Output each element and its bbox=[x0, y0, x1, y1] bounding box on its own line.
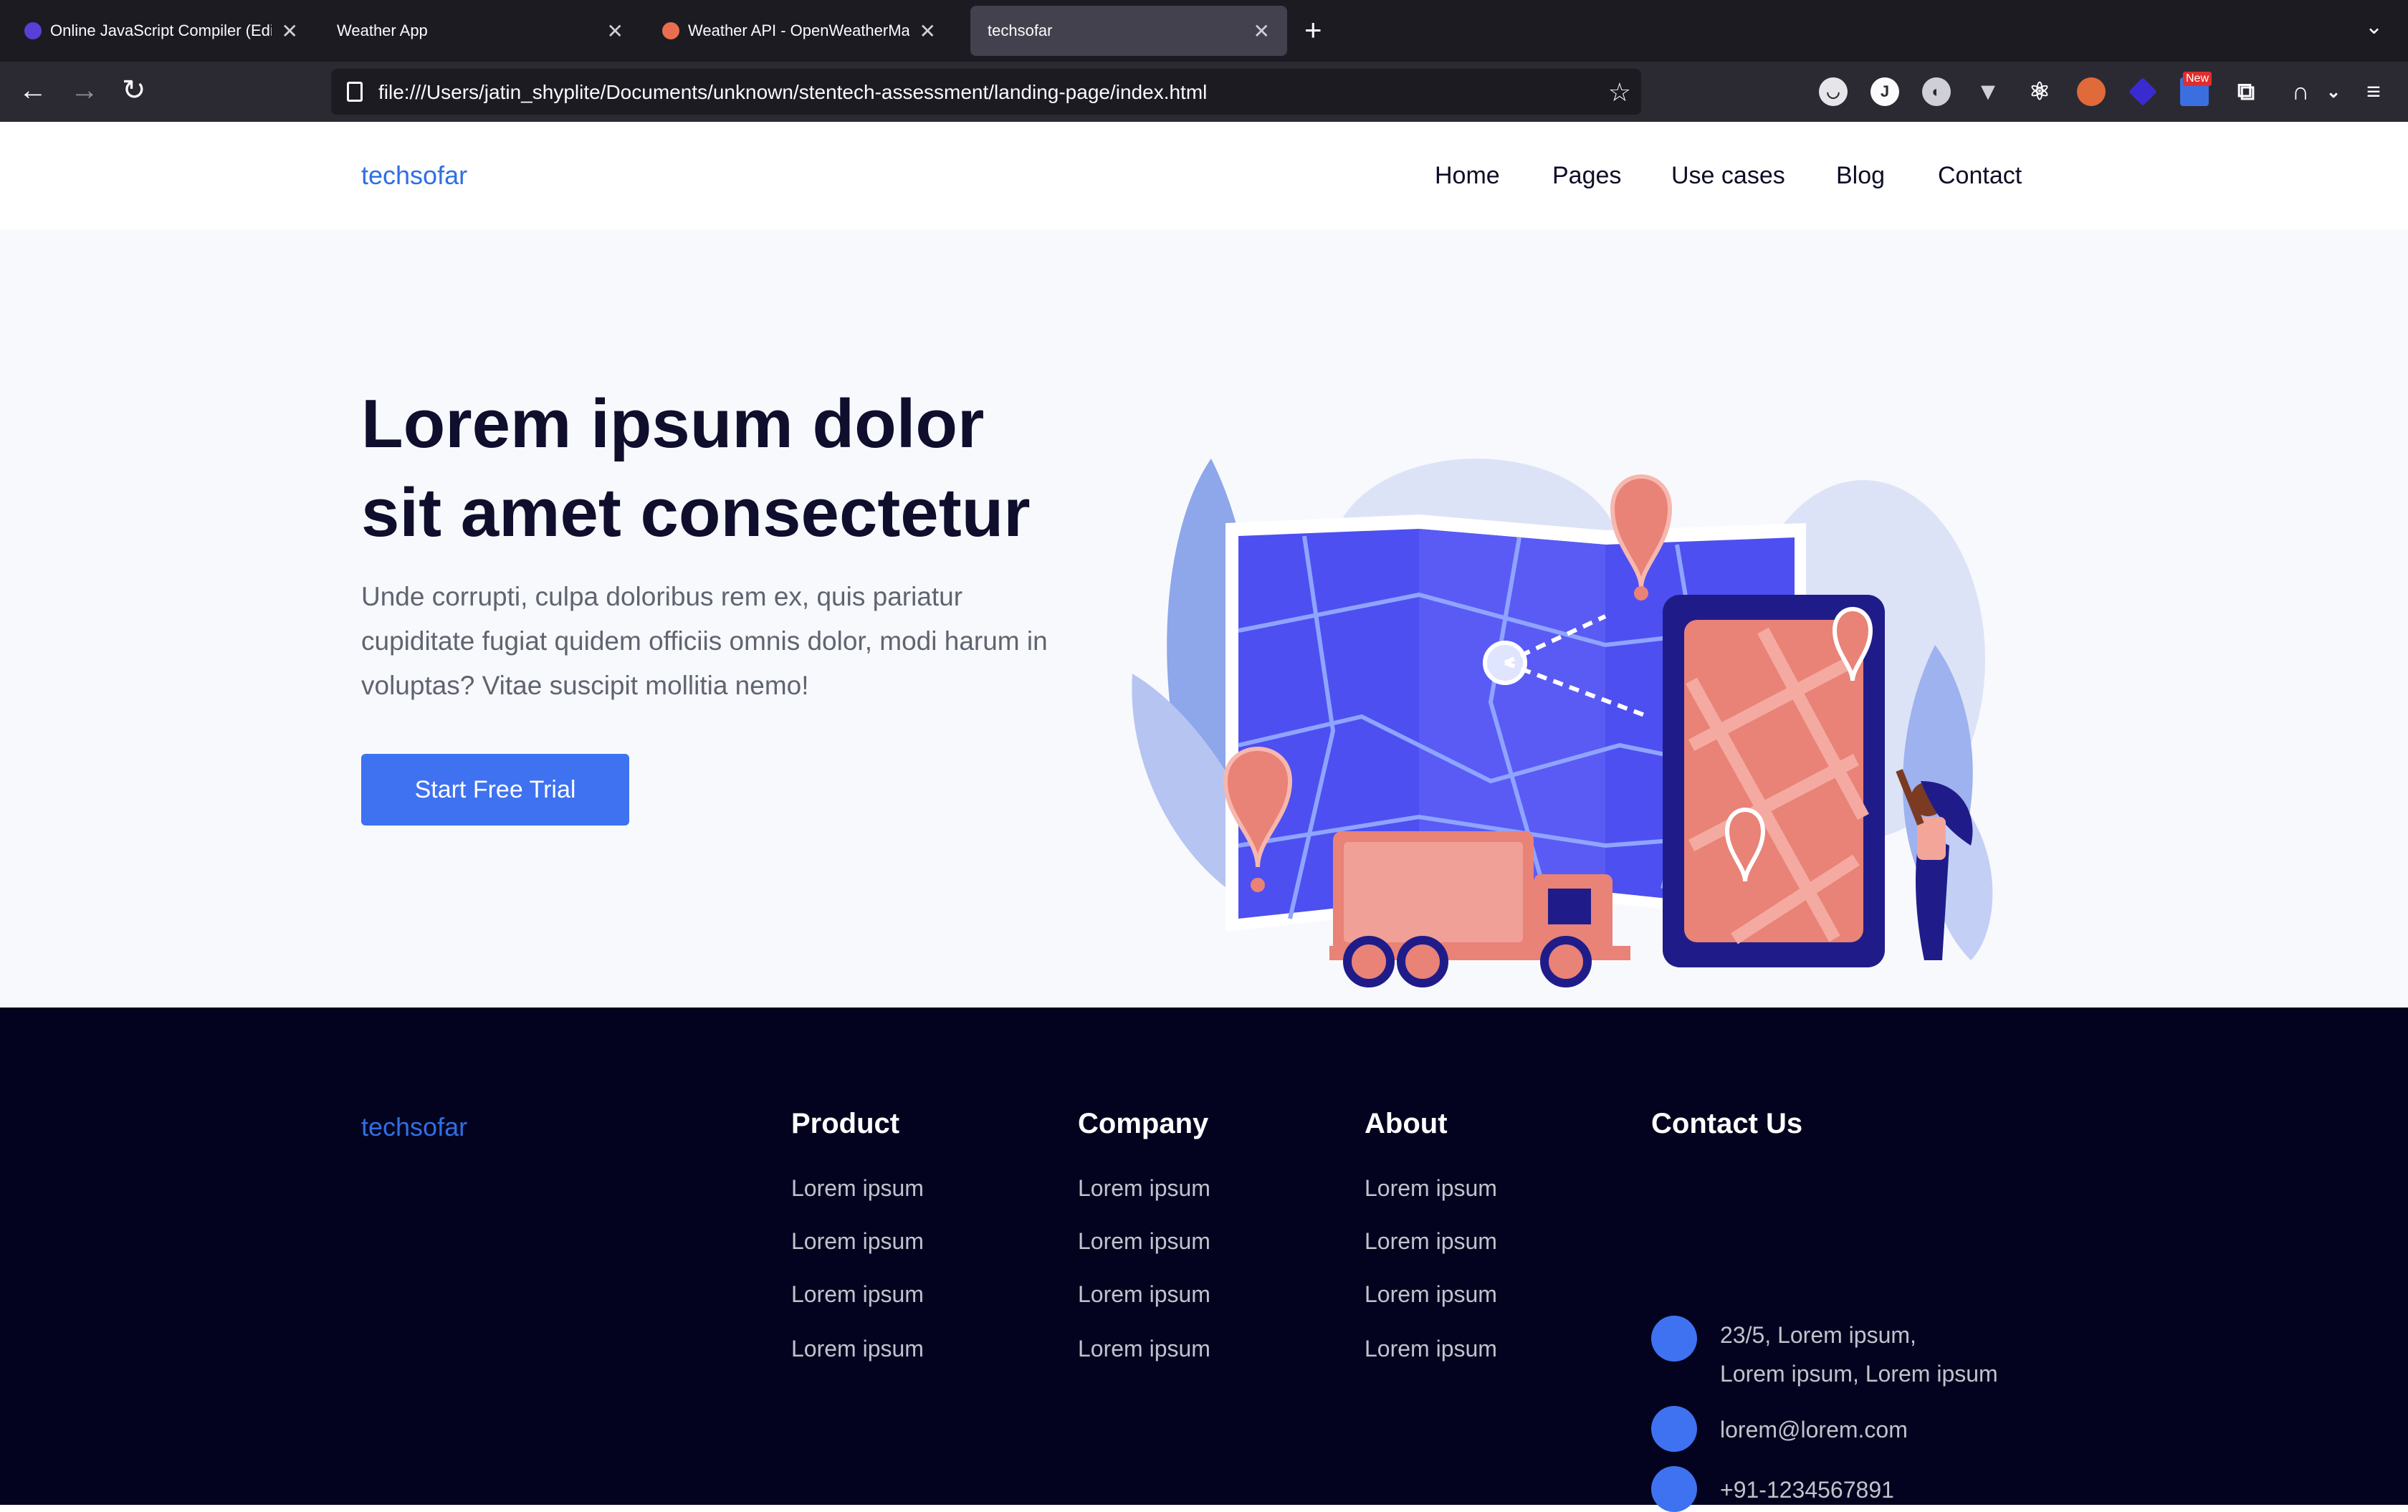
footer-link[interactable]: Lorem ipsum bbox=[1365, 1336, 1497, 1362]
hero-section: Lorem ipsum dolor sit amet consectetur U… bbox=[0, 229, 2408, 1008]
footer-link[interactable]: Lorem ipsum bbox=[791, 1175, 924, 1202]
tab-programiz[interactable]: Online JavaScript Compiler (Edi ✕ bbox=[7, 6, 315, 56]
footer-heading-product: Product bbox=[791, 1108, 900, 1139]
sun-icon[interactable]: ◐ bbox=[1922, 77, 1951, 106]
footer-link[interactable]: Lorem ipsum bbox=[1078, 1175, 1210, 1202]
reload-icon[interactable]: ↻ bbox=[122, 76, 146, 105]
forward-icon[interactable]: → bbox=[70, 76, 99, 105]
site-footer: techsofar Product Lorem ipsum Lorem ipsu… bbox=[0, 1008, 2408, 1512]
page: techsofar Home Pages Use cases Blog Cont… bbox=[0, 122, 2408, 1512]
footer-logo[interactable]: techsofar bbox=[361, 1112, 467, 1142]
footer-link[interactable]: Lorem ipsum bbox=[1365, 1175, 1497, 1202]
j-icon[interactable]: J bbox=[1870, 77, 1899, 106]
contact-address-line2: Lorem ipsum, Lorem ipsum bbox=[1720, 1361, 1998, 1387]
tab-openweather[interactable]: Weather API - OpenWeatherMa ✕ bbox=[645, 6, 953, 56]
footer-link[interactable]: Lorem ipsum bbox=[791, 1228, 924, 1255]
url-bar[interactable]: file:///Users/jatin_shyplite/Documents/u… bbox=[331, 69, 1641, 115]
contact-email[interactable]: lorem@lorem.com bbox=[1720, 1410, 1908, 1449]
close-icon[interactable]: ✕ bbox=[607, 19, 624, 43]
new-tab-icon[interactable]: + bbox=[1304, 13, 1322, 47]
tab-title: techsofar bbox=[988, 21, 1053, 39]
tab-weather-app[interactable]: Weather App ✕ bbox=[320, 6, 641, 56]
nav-home[interactable]: Home bbox=[1435, 162, 1500, 190]
phone-icon bbox=[1651, 1466, 1697, 1512]
footer-link[interactable]: Lorem ipsum bbox=[1078, 1281, 1210, 1308]
browser-chrome: Online JavaScript Compiler (Edi ✕ Weathe… bbox=[0, 0, 2408, 122]
site-logo[interactable]: techsofar bbox=[361, 161, 467, 191]
programiz-icon bbox=[24, 22, 42, 39]
chevron-down-icon[interactable]: ⌄ bbox=[2319, 77, 2348, 106]
close-icon[interactable]: ✕ bbox=[282, 19, 298, 43]
footer-heading-about: About bbox=[1365, 1108, 1448, 1139]
fox-icon[interactable] bbox=[2077, 77, 2106, 106]
location-icon bbox=[1651, 1316, 1697, 1362]
footer-link[interactable]: Lorem ipsum bbox=[791, 1281, 924, 1308]
nav-use-cases[interactable]: Use cases bbox=[1671, 162, 1785, 190]
tab-techsofar[interactable]: techsofar ✕ bbox=[970, 6, 1287, 56]
menu-icon[interactable]: ≡ bbox=[2359, 77, 2388, 106]
footer-link[interactable]: Lorem ipsum bbox=[1078, 1228, 1210, 1255]
footer-link[interactable]: Lorem ipsum bbox=[791, 1336, 924, 1362]
file-icon bbox=[347, 82, 363, 102]
vue-icon[interactable]: ▼ bbox=[1974, 77, 2002, 106]
tab-title: Online JavaScript Compiler (Edi bbox=[50, 21, 272, 39]
openweather-icon bbox=[662, 22, 679, 39]
email-icon bbox=[1651, 1406, 1697, 1452]
contact-phone[interactable]: +91-1234567891 bbox=[1720, 1470, 1894, 1509]
tab-title: Weather API - OpenWeatherMa bbox=[688, 21, 909, 39]
footer-heading-contact: Contact Us bbox=[1651, 1108, 1803, 1139]
react-icon[interactable]: ⚛ bbox=[2025, 77, 2054, 106]
bookmark-star-icon[interactable]: ☆ bbox=[1608, 77, 1631, 107]
nav-contact[interactable]: Contact bbox=[1938, 162, 2022, 190]
contact-address-line1: 23/5, Lorem ipsum, bbox=[1720, 1322, 1916, 1348]
footer-link[interactable]: Lorem ipsum bbox=[1365, 1228, 1497, 1255]
close-icon[interactable]: ✕ bbox=[919, 19, 936, 43]
chevron-down-icon[interactable]: ⌄ bbox=[2365, 14, 2383, 39]
headphones-icon[interactable]: ∩ bbox=[2286, 77, 2315, 106]
new-badge: New bbox=[2183, 72, 2212, 86]
puzzle-icon[interactable]: ⧉ bbox=[2232, 77, 2260, 106]
close-icon[interactable]: ✕ bbox=[1253, 19, 1270, 43]
hero-title: Lorem ipsum dolor sit amet consectetur bbox=[361, 386, 1031, 551]
url-text[interactable]: file:///Users/jatin_shyplite/Documents/u… bbox=[378, 81, 1207, 104]
pocket-icon[interactable]: ◡ bbox=[1819, 77, 1848, 106]
hero-description: Unde corrupti, culpa doloribus rem ex, q… bbox=[361, 582, 1048, 700]
footer-heading-company: Company bbox=[1078, 1108, 1209, 1139]
start-free-trial-button[interactable]: Start Free Trial bbox=[361, 754, 629, 826]
footer-link[interactable]: Lorem ipsum bbox=[1078, 1336, 1210, 1362]
back-icon[interactable]: ← bbox=[19, 76, 47, 105]
tab-title: Weather App bbox=[337, 21, 428, 39]
map-delivery-illustration bbox=[1132, 459, 1993, 987]
nav-pages[interactable]: Pages bbox=[1552, 162, 1621, 190]
nav-blog[interactable]: Blog bbox=[1836, 162, 1885, 190]
footer-link[interactable]: Lorem ipsum bbox=[1365, 1281, 1497, 1308]
site-header: techsofar Home Pages Use cases Blog Cont… bbox=[0, 122, 2408, 229]
